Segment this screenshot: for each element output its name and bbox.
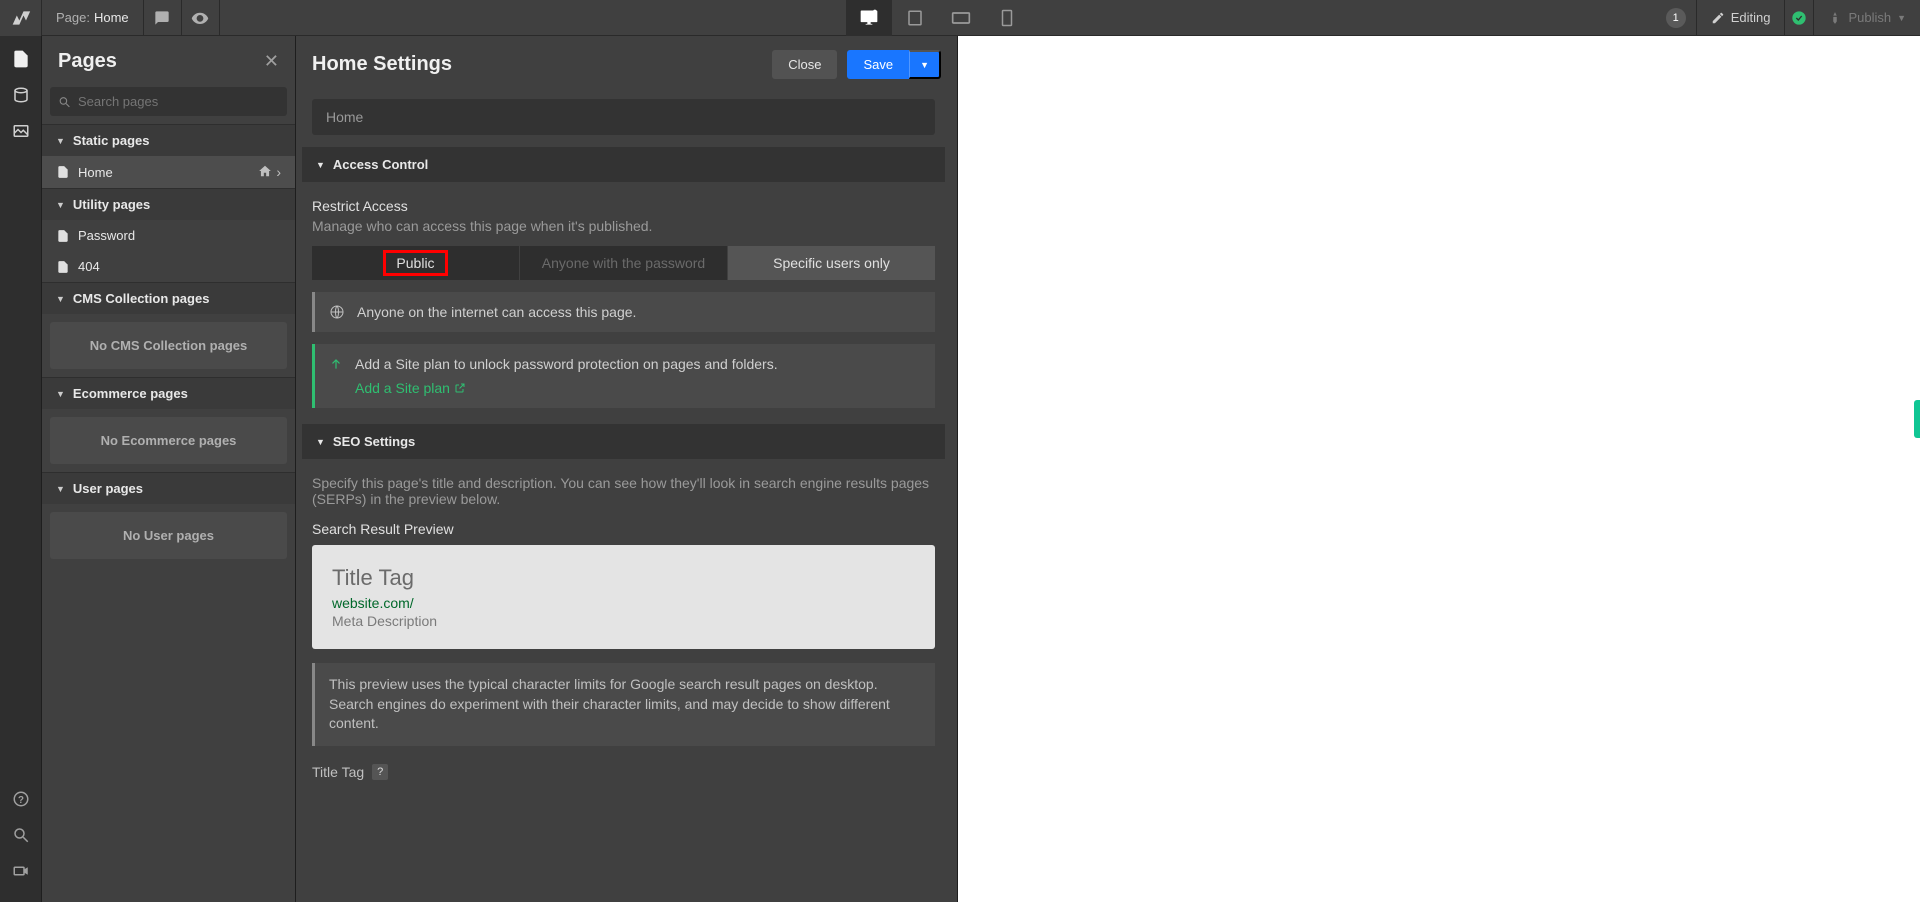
access-control-header[interactable]: ▼Access Control: [302, 147, 945, 182]
add-element-icon[interactable]: [6, 44, 36, 74]
resize-handle[interactable]: [1914, 400, 1920, 438]
serp-meta-desc: Meta Description: [332, 613, 915, 629]
caret-down-icon: ▼: [56, 136, 65, 146]
chevron-down-icon: ▼: [1897, 13, 1906, 23]
serp-note: This preview uses the typical character …: [312, 663, 935, 746]
empty-cms: No CMS Collection pages: [50, 322, 287, 369]
seo-desc: Specify this page's title and descriptio…: [312, 475, 935, 507]
page-item-password[interactable]: Password: [42, 220, 295, 251]
close-button[interactable]: Close: [772, 50, 837, 79]
top-bar: Page: Home 1 Editing: [0, 0, 1920, 36]
globe-icon: [329, 304, 345, 320]
access-option-public[interactable]: Public: [312, 246, 519, 280]
search-icon[interactable]: [6, 820, 36, 850]
external-link-icon: [454, 382, 466, 394]
page-indicator[interactable]: Page: Home: [42, 0, 144, 35]
rocket-icon: [1828, 11, 1842, 25]
empty-user: No User pages: [50, 512, 287, 559]
page-icon: [56, 165, 70, 179]
video-icon[interactable]: [6, 856, 36, 886]
assets-icon[interactable]: [6, 116, 36, 146]
caret-down-icon: ▼: [56, 294, 65, 304]
restrict-access-label: Restrict Access: [312, 198, 935, 214]
comment-icon[interactable]: [144, 0, 182, 36]
help-icon[interactable]: ?: [372, 764, 388, 780]
notification-count-badge[interactable]: 1: [1666, 8, 1686, 28]
status-ok-icon[interactable]: [1785, 10, 1813, 26]
publish-button[interactable]: Publish ▼: [1813, 0, 1920, 35]
arrow-up-icon: [329, 357, 343, 371]
desktop-device-button[interactable]: [846, 0, 892, 36]
page-item-home[interactable]: Home ›: [42, 156, 295, 188]
caret-down-icon: ▼: [316, 437, 325, 447]
access-option-users[interactable]: Specific users only: [728, 246, 935, 280]
user-pages-section[interactable]: ▼User pages: [42, 472, 295, 504]
add-site-plan-link[interactable]: Add a Site plan: [355, 380, 466, 396]
page-icon: [56, 260, 70, 274]
page-label: Page:: [56, 10, 90, 25]
settings-panel: Home Settings Close Save ▼ Home ▼Access …: [296, 36, 958, 902]
canvas[interactable]: [958, 36, 1920, 902]
close-icon[interactable]: ✕: [264, 51, 279, 72]
page-value: Home: [94, 10, 129, 25]
pages-title: Pages: [58, 50, 117, 73]
home-icon: [258, 164, 272, 178]
empty-ecom: No Ecommerce pages: [50, 417, 287, 464]
cms-pages-section[interactable]: ▼CMS Collection pages: [42, 282, 295, 314]
svg-text:?: ?: [18, 795, 24, 806]
settings-title: Home Settings: [312, 53, 772, 76]
access-segmented-control: Public Anyone with the password Specific…: [312, 246, 935, 280]
preview-icon[interactable]: [182, 0, 220, 36]
caret-down-icon: ▼: [56, 389, 65, 399]
help-icon[interactable]: ?: [6, 784, 36, 814]
save-button[interactable]: Save: [847, 50, 909, 79]
save-dropdown-button[interactable]: ▼: [909, 50, 941, 79]
search-icon: [58, 95, 71, 108]
page-item-404[interactable]: 404: [42, 251, 295, 282]
webflow-logo-icon[interactable]: [0, 0, 42, 36]
restrict-access-desc: Manage who can access this page when it'…: [312, 218, 935, 234]
page-icon: [56, 229, 70, 243]
utility-pages-section[interactable]: ▼Utility pages: [42, 188, 295, 220]
left-rail: ?: [0, 36, 42, 902]
chevron-down-icon: ▼: [920, 60, 929, 70]
serp-url: website.com/: [332, 595, 915, 611]
caret-down-icon: ▼: [56, 200, 65, 210]
static-pages-section[interactable]: ▼Static pages: [42, 124, 295, 156]
page-name-field[interactable]: Home: [312, 99, 935, 135]
access-info-box: Anyone on the internet can access this p…: [312, 292, 935, 332]
pencil-icon: [1711, 11, 1725, 25]
serp-title: Title Tag: [332, 565, 915, 591]
editing-mode-button[interactable]: Editing: [1696, 0, 1786, 35]
upsell-box: Add a Site plan to unlock password prote…: [312, 344, 935, 408]
caret-down-icon: ▼: [316, 160, 325, 170]
tablet-device-button[interactable]: [892, 0, 938, 36]
access-option-password[interactable]: Anyone with the password: [519, 246, 728, 280]
title-tag-label: Title Tag: [312, 764, 364, 780]
chevron-right-icon: ›: [276, 164, 281, 180]
pages-panel: Pages ✕ ▼Static pages Home › ▼Utility pa…: [42, 36, 296, 902]
ecom-pages-section[interactable]: ▼Ecommerce pages: [42, 377, 295, 409]
mobile-landscape-device-button[interactable]: [938, 0, 984, 36]
serp-preview-label: Search Result Preview: [312, 521, 935, 537]
cms-icon[interactable]: [6, 80, 36, 110]
caret-down-icon: ▼: [56, 484, 65, 494]
mobile-portrait-device-button[interactable]: [984, 0, 1030, 36]
serp-preview: Title Tag website.com/ Meta Description: [312, 545, 935, 649]
search-pages-input[interactable]: [50, 87, 287, 116]
seo-settings-header[interactable]: ▼SEO Settings: [302, 424, 945, 459]
